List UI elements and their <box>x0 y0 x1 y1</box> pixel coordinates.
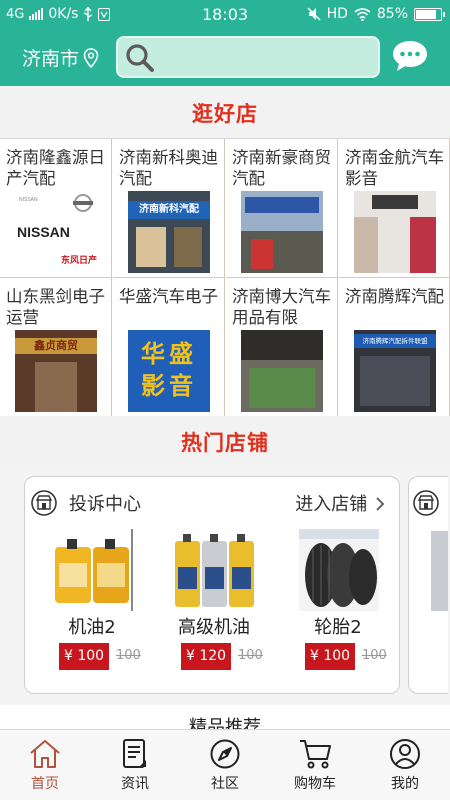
store-thumbnail <box>354 191 436 273</box>
location-pin-icon <box>83 47 99 68</box>
product-old-price: 100 <box>362 648 387 663</box>
battery-fill <box>416 9 436 19</box>
tab-profile[interactable]: 我的 <box>360 730 450 800</box>
store-name: 济南新科奥迪汽配 <box>119 148 218 188</box>
enter-store-link[interactable]: 进入店铺 <box>295 490 385 516</box>
store-card[interactable]: 济南新豪商贸汽配 <box>226 139 338 278</box>
tab-label: 首页 <box>31 776 59 792</box>
thumb-sign: 鑫贞商贸 <box>15 338 97 354</box>
product-price: ¥ 100 <box>305 643 356 670</box>
store-card[interactable]: 济南博大汽车用品有限 <box>226 278 338 417</box>
store-thumbnail: NISSAN NISSAN 东风日产 <box>15 191 97 273</box>
store-card[interactable]: 山东黑剑电子运营 鑫贞商贸 <box>0 278 112 417</box>
hot-store-card[interactable]: 投诉中心 进入店铺 机油2 ¥ 100 100 高级机油 ¥ 120 100 轮… <box>24 476 400 694</box>
store-card[interactable]: 济南金航汽车影音 <box>339 139 450 278</box>
product-name: 机油2 <box>68 617 116 638</box>
store-icon <box>31 490 57 516</box>
search-input[interactable] <box>116 36 380 78</box>
cart-icon <box>300 740 331 769</box>
store-card[interactable]: 华盛汽车电子 华盛影音 <box>113 278 225 417</box>
product-price: ¥ 120 <box>181 643 232 670</box>
product-price: ¥ 100 <box>59 643 110 670</box>
search-icon <box>126 44 154 72</box>
product-image <box>431 531 448 611</box>
chevron-right-icon <box>376 497 385 511</box>
store-card[interactable]: 济南腾辉汽配 济南腾辉汽配拆件联盟 <box>339 278 450 417</box>
store-thumbnail: 济南新科汽配 <box>128 191 210 273</box>
tab-community[interactable]: 社区 <box>180 730 270 800</box>
store-name: 济南隆鑫源日产汽配 <box>6 148 105 188</box>
news-icon <box>123 739 146 768</box>
tab-label: 资讯 <box>121 776 149 792</box>
chat-bubble-icon[interactable] <box>390 38 430 74</box>
thumb-sign: 济南腾辉汽配拆件联盟 <box>354 334 436 348</box>
thumb-sub: 东风日产 <box>61 254 97 266</box>
good-stores-header: 逛好店 <box>0 86 450 138</box>
section-title-good-stores: 逛好店 <box>192 102 258 126</box>
enter-store-label: 进入店铺 <box>295 494 368 515</box>
tab-label: 购物车 <box>294 776 336 792</box>
product-image <box>175 534 254 607</box>
hot-store-card-partial[interactable] <box>408 476 448 694</box>
nissan-logo: NISSAN NISSAN 东风日产 <box>17 194 97 266</box>
app-header: 济南市 <box>0 30 450 86</box>
user-icon <box>390 739 420 769</box>
tab-label: 社区 <box>211 776 239 792</box>
product-image <box>299 529 379 611</box>
mute-icon <box>307 7 321 21</box>
product-name: 高级机油 <box>178 617 250 638</box>
tab-label: 我的 <box>391 776 419 792</box>
store-thumbnail: 华盛影音 <box>128 330 210 412</box>
city-selector[interactable]: 济南市 <box>22 44 99 71</box>
compass-icon <box>210 739 240 769</box>
product-old-price: 100 <box>116 648 141 663</box>
store-name: 山东黑剑电子运营 <box>6 287 105 327</box>
thumb-brand: NISSAN <box>17 224 70 240</box>
hd-label: HD <box>326 6 348 22</box>
store-name: 济南金航汽车影音 <box>345 148 444 188</box>
svg-text:NISSAN: NISSAN <box>19 197 38 203</box>
store-icon <box>413 490 439 516</box>
hot-stores-header: 热门店铺 <box>0 416 450 464</box>
status-right: HD 85% <box>307 6 445 22</box>
store-thumbnail <box>241 330 323 412</box>
store-name: 华盛汽车电子 <box>119 287 218 306</box>
section-title-recommend: 精品推荐 <box>189 717 261 730</box>
tab-cart[interactable]: 购物车 <box>270 730 360 800</box>
tab-home[interactable]: 首页 <box>0 730 90 800</box>
battery-percent: 85% <box>376 6 408 22</box>
status-bar: 4G 0K/s 18:03 HD 85% <box>0 0 450 30</box>
product-image <box>55 529 133 611</box>
thumb-sign: 华盛影音 <box>141 340 197 400</box>
battery-icon <box>414 7 445 21</box>
city-name: 济南市 <box>22 48 80 70</box>
wifi-icon <box>354 7 371 21</box>
home-icon <box>30 740 60 768</box>
store-name: 济南博大汽车用品有限 <box>232 287 331 327</box>
store-thumbnail: 济南腾辉汽配拆件联盟 <box>354 330 436 412</box>
product-old-price: 100 <box>238 648 263 663</box>
store-card[interactable]: 济南隆鑫源日产汽配 NISSAN NISSAN 东风日产 <box>0 139 112 278</box>
store-name: 济南新豪商贸汽配 <box>232 148 331 188</box>
store-thumbnail <box>241 191 323 273</box>
store-grid: 济南隆鑫源日产汽配 NISSAN NISSAN 东风日产 济南新科奥迪汽配 济南… <box>0 138 450 417</box>
section-title-hot-stores: 热门店铺 <box>181 431 269 455</box>
recommend-header: 精品推荐 <box>0 705 450 730</box>
product-name: 轮胎2 <box>314 617 362 638</box>
thumb-sign: 济南新科汽配 <box>128 201 210 219</box>
hot-store-name: 投诉中心 <box>69 494 141 515</box>
store-thumbnail: 鑫贞商贸 <box>15 330 97 412</box>
store-card[interactable]: 济南新科奥迪汽配 济南新科汽配 <box>113 139 225 278</box>
hot-stores-scroller[interactable]: 投诉中心 进入店铺 机油2 ¥ 100 100 高级机油 ¥ 120 100 轮… <box>0 464 450 709</box>
store-name: 济南腾辉汽配 <box>345 287 444 306</box>
tab-news[interactable]: 资讯 <box>90 730 180 800</box>
bottom-tab-bar: 首页 资讯 社区 购物车 我的 <box>0 729 450 800</box>
